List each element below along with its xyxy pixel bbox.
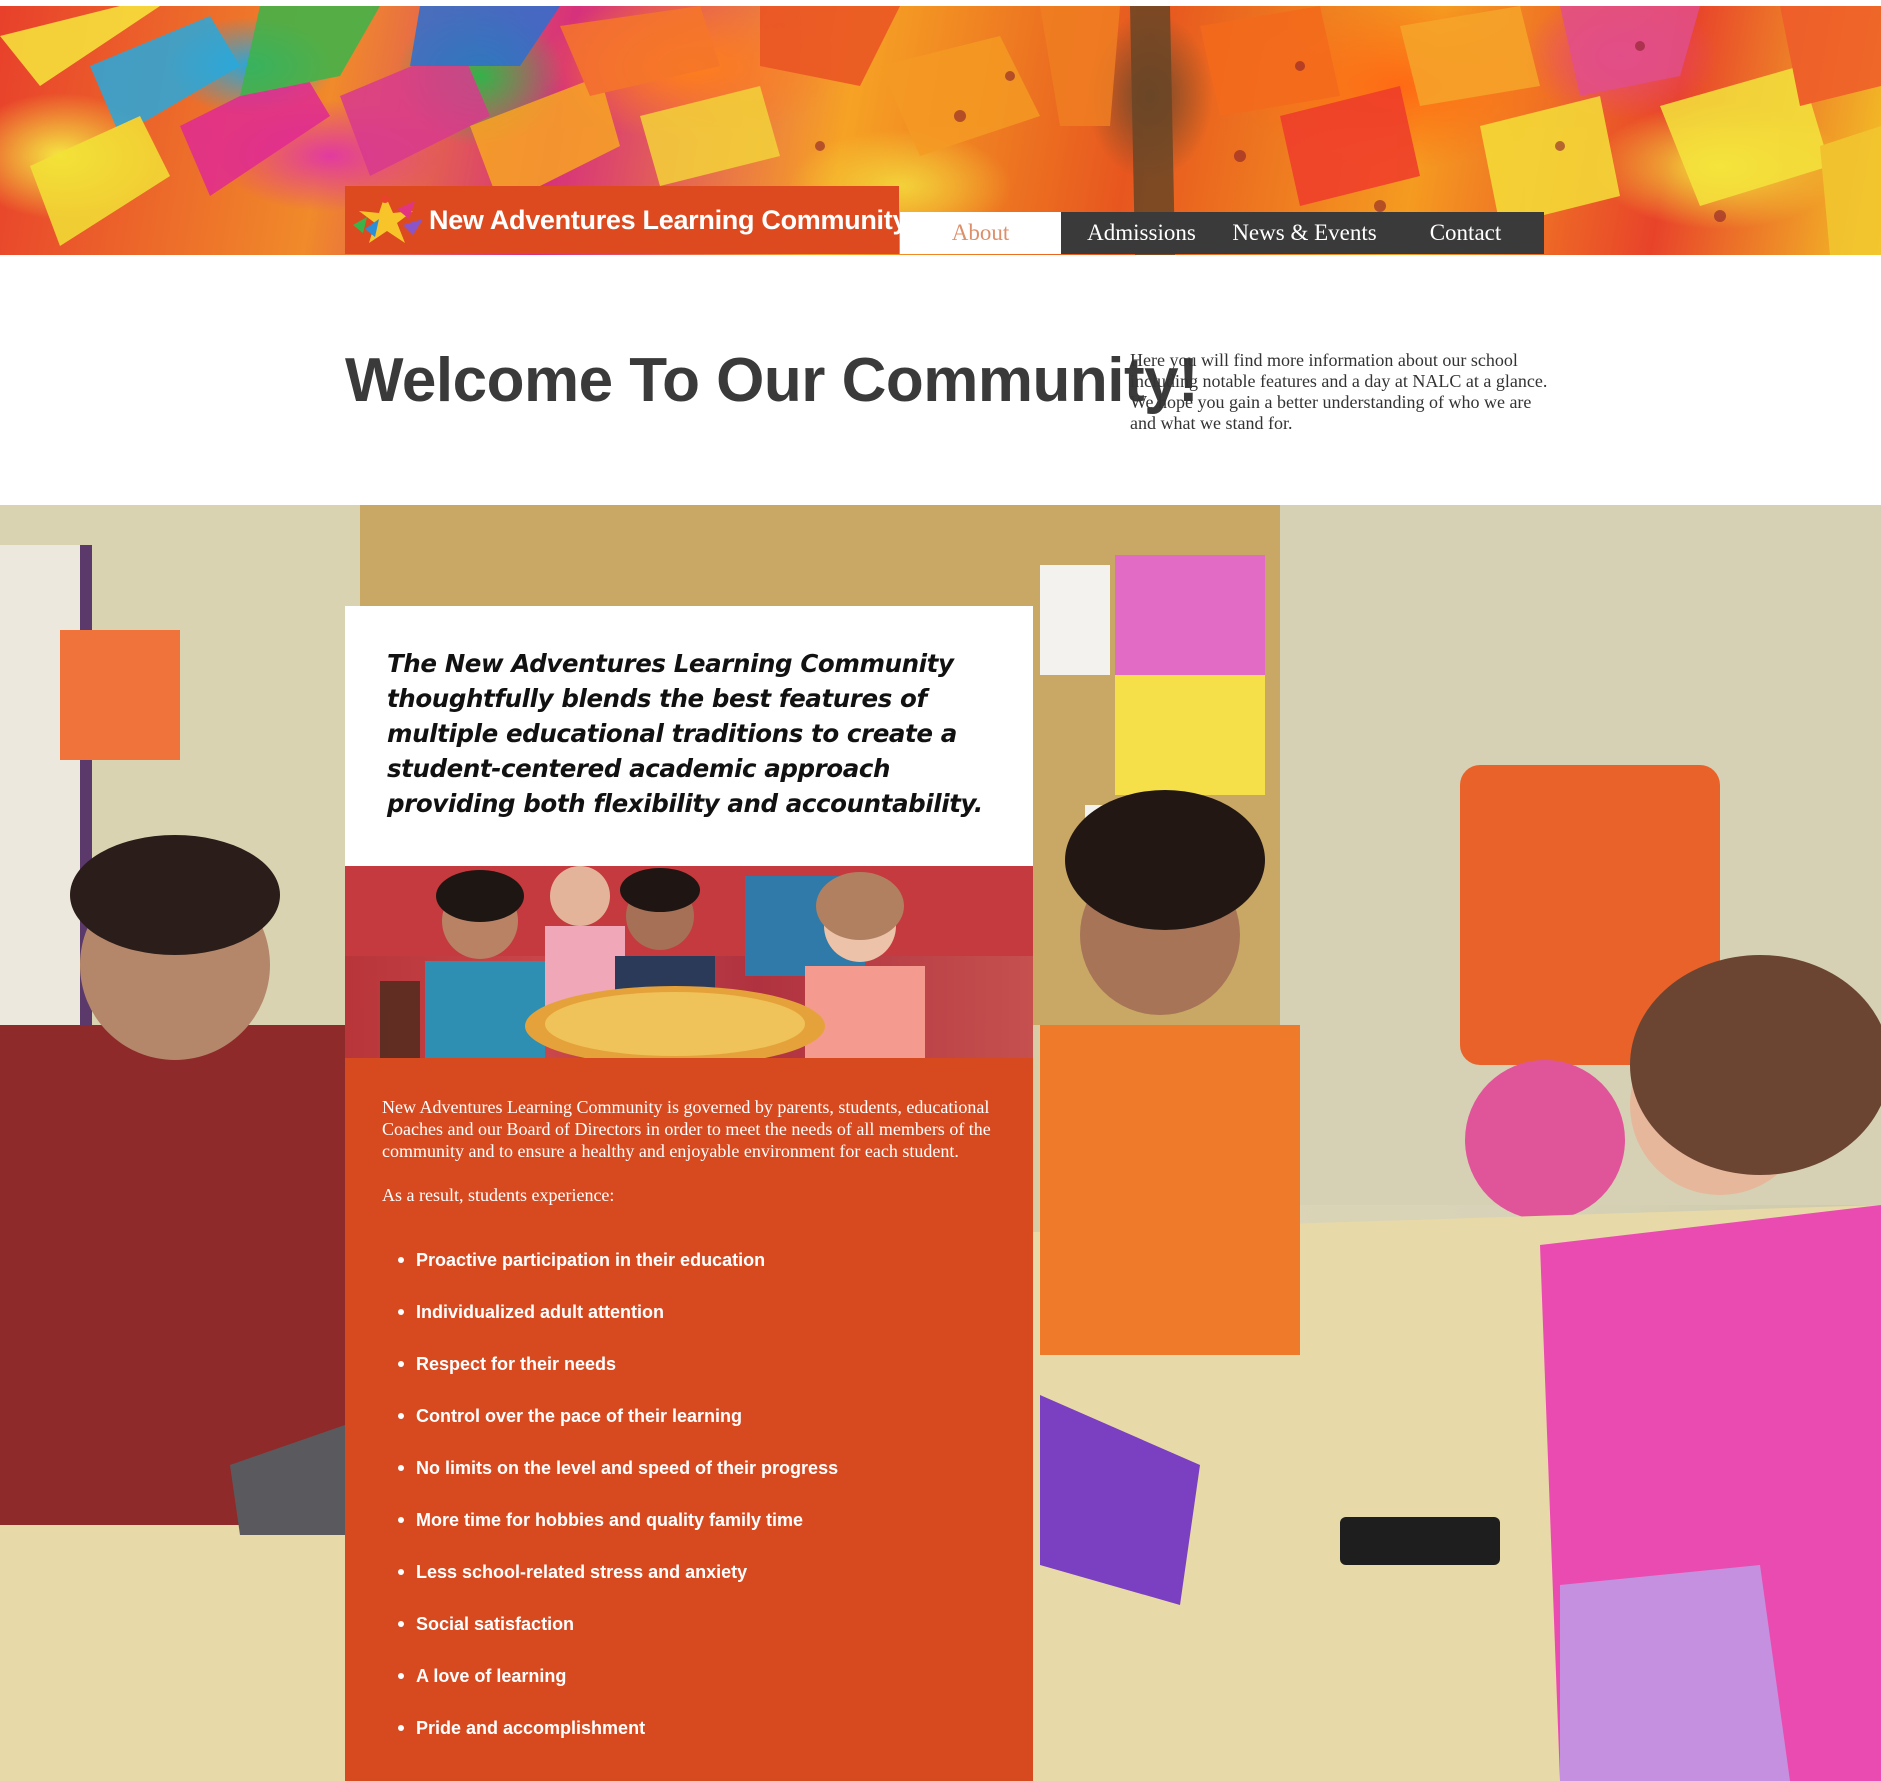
nav-item-contact[interactable]: Contact (1387, 212, 1544, 254)
page-title: Welcome To Our Community! (345, 346, 1199, 415)
main-navigation: About Admissions News & Events Contact (900, 212, 1544, 254)
nav-item-admissions[interactable]: Admissions (1061, 212, 1222, 254)
list-item: Respect for their needs (398, 1338, 993, 1390)
list-item: Less school-related stress and anxiety (398, 1546, 993, 1598)
list-item: Control over the pace of their learning (398, 1390, 993, 1442)
students-pizza-photo (345, 866, 1033, 1058)
list-item: Proactive participation in their educati… (398, 1234, 993, 1286)
governance-info-card: New Adventures Learning Community is gov… (345, 1058, 1033, 1781)
experience-intro: As a result, students experience: (382, 1185, 615, 1205)
list-item: Pride and accomplishment (398, 1702, 993, 1754)
list-item: No limits on the level and speed of thei… (398, 1442, 993, 1494)
governance-paragraph: New Adventures Learning Community is gov… (382, 1097, 991, 1161)
list-item: More time for hobbies and quality family… (398, 1494, 993, 1546)
pizza-photo-image (345, 866, 1033, 1058)
intro-statement: The New Adventures Learning Community th… (387, 649, 983, 818)
welcome-description: Here you will find more information abou… (1130, 350, 1548, 433)
intro-card: The New Adventures Learning Community th… (345, 606, 1033, 866)
star-figures-logo-icon (345, 186, 429, 254)
list-item: A love of learning (398, 1650, 993, 1702)
list-item: Individualized adult attention (398, 1286, 993, 1338)
list-item: Social satisfaction (398, 1598, 993, 1650)
experience-list: Proactive participation in their educati… (382, 1234, 993, 1754)
nav-item-news-events[interactable]: News & Events (1222, 212, 1387, 254)
nav-item-about[interactable]: About (900, 212, 1061, 254)
site-logo[interactable]: New Adventures Learning Community (345, 186, 907, 254)
site-title[interactable]: New Adventures Learning Community (429, 205, 907, 236)
